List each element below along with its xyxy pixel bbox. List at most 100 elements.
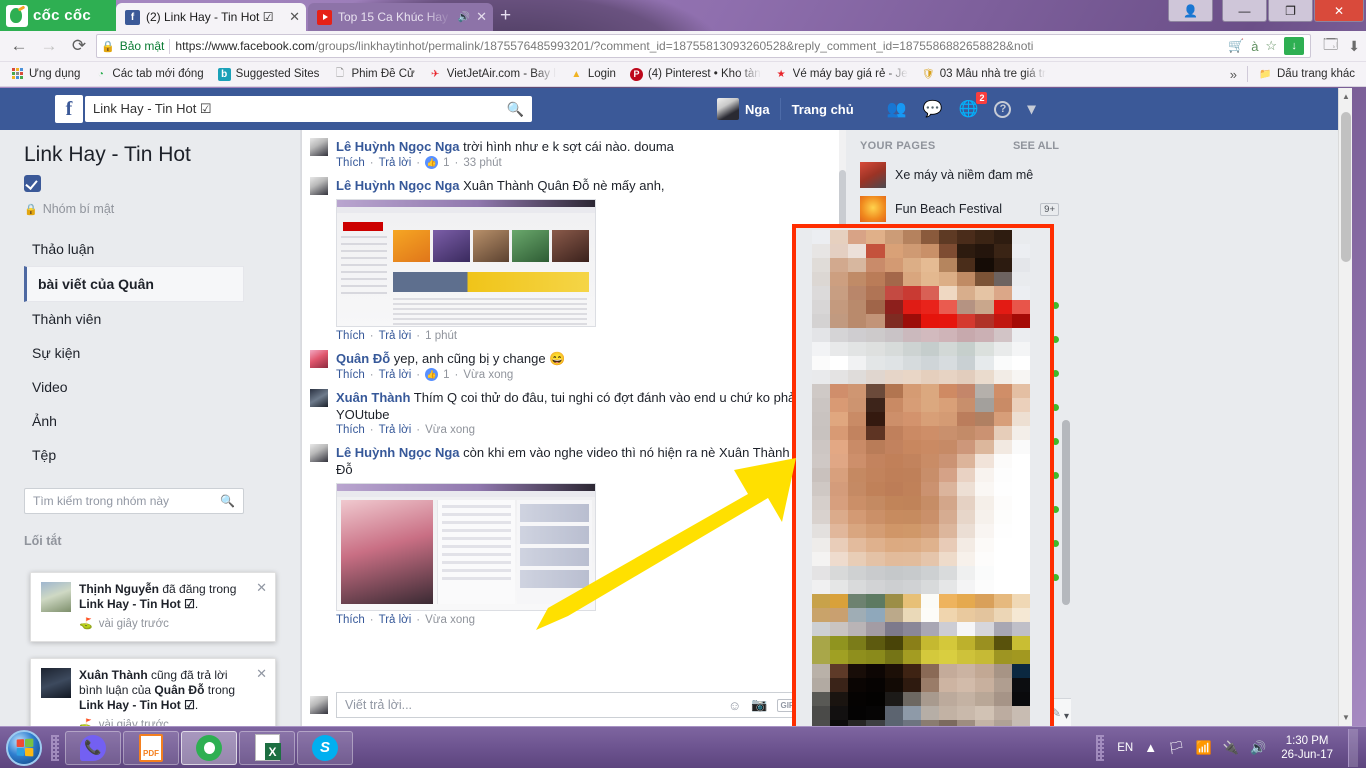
minimize-button[interactable]: — [1222, 0, 1267, 22]
forward-icon[interactable]: → [36, 33, 62, 59]
bookmark-phim-de-cu[interactable]: 🗋 Phim Đề Cử [326, 66, 421, 83]
downloads-icon[interactable]: ⬇ [1348, 38, 1360, 55]
reply-button[interactable]: Trả lời [379, 424, 412, 436]
sidebar-item-su-kien[interactable]: Sự kiện [24, 336, 244, 370]
reply-button[interactable]: Trả lời [379, 614, 412, 626]
bookmark-apps[interactable]: Ứng dụng [4, 66, 87, 83]
signal-icon[interactable]: 📶 [1196, 740, 1212, 756]
flag-icon[interactable]: 🏳 [1168, 740, 1185, 756]
user-profile-button[interactable]: 👤 [1168, 0, 1213, 22]
search-icon[interactable]: 🔍 [220, 494, 235, 508]
address-bar[interactable]: 🔒 Bảo mật https://www.facebook.com/group… [96, 34, 1312, 58]
comment-attachment-facebook-screenshot[interactable] [336, 483, 596, 611]
taskbar-item-skype[interactable]: S [297, 730, 353, 765]
battery-icon[interactable]: 🔌 [1223, 740, 1239, 756]
facebook-search-input[interactable]: Link Hay - Tin Hot ☑ 🔍 [85, 96, 532, 122]
close-icon[interactable]: ✕ [289, 9, 300, 25]
bookmark-star-icon[interactable]: ☆ [1265, 38, 1277, 54]
comment-attachment-youtube-screenshot[interactable] [336, 199, 596, 327]
scroll-down-icon[interactable]: ▼ [1342, 713, 1350, 722]
reply-button[interactable]: Trả lời [379, 369, 412, 381]
comment-author[interactable]: Quân Đỗ [336, 351, 390, 366]
group-search-input[interactable]: Tìm kiếm trong nhóm này 🔍 [24, 488, 244, 514]
facebook-favicon-icon: f [125, 9, 140, 25]
cart-icon[interactable]: 🛒 [1228, 38, 1244, 54]
coccoc-brand-button[interactable]: cốc cốc [0, 0, 116, 31]
like-button[interactable]: Thích [336, 369, 365, 381]
like-button[interactable]: Thích [336, 157, 365, 169]
contacts-scrollbar-thumb[interactable] [1062, 420, 1070, 605]
bookmark-vietjetair[interactable]: ✈ VietJetAir.com - Bay l [422, 66, 563, 83]
browser-tab-youtube[interactable]: Top 15 Ca Khúc Hay N 🔊 ✕ [308, 3, 493, 31]
close-window-button[interactable]: ✕ [1314, 0, 1364, 22]
taskbar-item-coccoc[interactable] [181, 730, 237, 765]
language-indicator[interactable]: EN [1117, 742, 1133, 754]
like-button[interactable]: Thích [336, 614, 365, 626]
translate-icon[interactable]: à [1251, 39, 1258, 54]
bookmark-pinterest[interactable]: P (4) Pinterest • Kho tàn [623, 66, 768, 83]
reply-input[interactable]: Viết trả lời... ☺ 📷 GIF 🙂 [336, 692, 832, 718]
close-icon[interactable]: ✕ [256, 666, 267, 681]
facebook-logo-icon[interactable]: f [55, 95, 83, 123]
back-icon[interactable]: ← [6, 33, 32, 59]
taskbar-item-viber[interactable]: 📞 [65, 730, 121, 765]
maximize-button[interactable]: ❐ [1268, 0, 1313, 22]
extension-icon[interactable]: 🗔 [1323, 34, 1338, 58]
search-icon[interactable]: 🔍 [507, 101, 524, 118]
comment-author[interactable]: Xuân Thành [336, 390, 410, 405]
volume-icon[interactable]: 🔊 [1250, 740, 1266, 756]
profile-link[interactable]: Nga [707, 98, 780, 120]
sidebar-item-thanh-vien[interactable]: Thành viên [24, 302, 244, 336]
new-tab-button[interactable]: + [500, 6, 511, 25]
notification-toast[interactable]: ✕ Thịnh Nguyễn đã đăng trong Link Hay - … [30, 572, 276, 642]
windows-start-icon[interactable] [6, 729, 42, 766]
reply-button[interactable]: Trả lời [379, 157, 412, 169]
scroll-up-icon[interactable]: ▲ [1342, 92, 1350, 101]
chevron-down-icon[interactable]: ▾ [1027, 99, 1035, 119]
camera-icon[interactable]: 📷 [751, 697, 767, 713]
sidebar-item-anh[interactable]: Ảnh [24, 404, 244, 438]
reply-button[interactable]: Trả lời [379, 330, 412, 342]
download-icon[interactable]: ↓ [1284, 37, 1305, 55]
globe-icon[interactable]: 🌐 2 [959, 92, 988, 119]
sidebar-item-video[interactable]: Video [24, 370, 244, 404]
like-button[interactable]: Thích [336, 424, 365, 436]
notification-toast[interactable]: ✕ Xuân Thành cũng đã trả lời bình luận c… [30, 658, 276, 726]
see-all-link[interactable]: SEE ALL [1013, 140, 1059, 152]
bookmark-ve-may-bay[interactable]: ★ Vé máy bay giá rẻ - Je [768, 66, 915, 83]
bookmark-suggested-sites[interactable]: b Suggested Sites [211, 66, 327, 83]
scrollbar-thumb[interactable] [1341, 112, 1351, 262]
home-link[interactable]: Trang chủ [781, 102, 865, 117]
other-bookmarks-folder[interactable]: 📁 Dấu trang khác [1252, 66, 1362, 83]
comment-author[interactable]: Lê Huỳnh Ngọc Nga [336, 139, 460, 154]
friends-icon[interactable]: 👥 [887, 99, 907, 119]
sidebar-item-thao-luan[interactable]: Thảo luận [24, 232, 244, 266]
emoji-icon[interactable]: ☺ [728, 698, 741, 713]
list-item[interactable]: Xe máy và niềm đam mê [846, 158, 1071, 192]
comment-author[interactable]: Lê Huỳnh Ngọc Nga [336, 178, 460, 193]
close-icon[interactable]: ✕ [476, 9, 487, 25]
taskbar-item-pdf[interactable]: PDF [123, 730, 179, 765]
close-icon[interactable]: ✕ [256, 580, 267, 595]
sidebar-item-bai-viet-cua-quan[interactable]: bài viết của Quân [24, 266, 244, 302]
chevron-down-icon[interactable]: ▾ [1064, 711, 1069, 722]
browser-tab-facebook[interactable]: f (2) Link Hay - Tin Hot ☑ ✕ [116, 3, 306, 31]
bookmark-login[interactable]: ▲ Login [563, 66, 623, 83]
clock[interactable]: 1:30 PM 26-Jun-17 [1277, 734, 1337, 762]
comment-author[interactable]: Lê Huỳnh Ngọc Nga [336, 445, 460, 460]
bookmark-nha-tre[interactable]: 🛡 03 Mẫu nhà tre giá tr [915, 66, 1053, 83]
messenger-icon[interactable]: 💬 [923, 99, 943, 119]
show-desktop-button[interactable] [1348, 728, 1358, 767]
taskbar-grip[interactable] [51, 734, 59, 761]
page-scrollbar[interactable]: ▲ ▼ [1338, 88, 1352, 726]
bookmarks-overflow-icon[interactable]: » [1224, 67, 1243, 82]
sidebar-item-tep[interactable]: Tệp [24, 438, 244, 472]
list-item[interactable]: Fun Beach Festival 9+ [846, 192, 1071, 226]
show-hidden-icons[interactable]: ▲ [1144, 740, 1157, 755]
bookmark-recent-tabs[interactable]: ◔ Các tab mới đóng [87, 66, 210, 83]
reload-icon[interactable]: ⟳ [66, 33, 92, 59]
taskbar-item-excel[interactable] [239, 730, 295, 765]
help-icon[interactable]: ? [994, 100, 1012, 118]
like-button[interactable]: Thích [336, 330, 365, 342]
speaker-icon[interactable]: 🔊 [458, 12, 470, 23]
